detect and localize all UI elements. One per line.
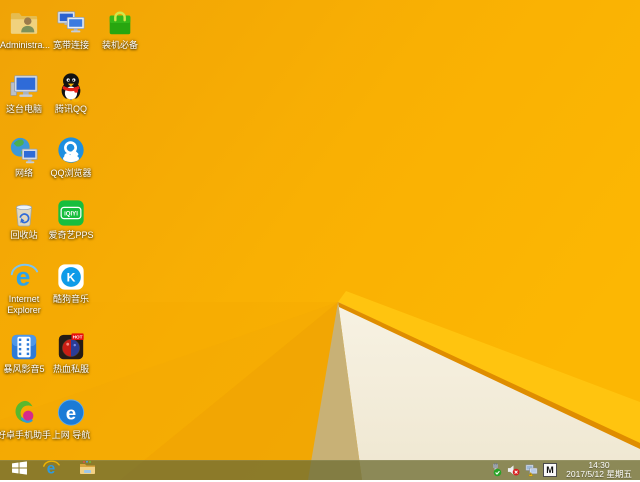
start-button[interactable] xyxy=(6,460,32,480)
globe-network-icon xyxy=(8,135,40,167)
blue-e-icon: e xyxy=(55,397,87,429)
desktop-icon-tencent-qq[interactable]: 腾讯QQ xyxy=(47,71,95,115)
swirl-logo-icon xyxy=(8,397,40,429)
taskbar: e M 14:30 2017/5/12 星期五 xyxy=(0,460,640,480)
desktop-icon-label: 装机必备 xyxy=(101,40,138,50)
desktop-icon-label: 酷狗音乐 xyxy=(52,294,89,304)
desktop-icon-this-pc[interactable]: 这台电脑 xyxy=(0,71,48,115)
desktop-icon-label: 网络 xyxy=(14,168,33,178)
svg-text:HOT: HOT xyxy=(73,335,83,340)
desktop-icon-rexue-game[interactable]: HOT 热血私服 xyxy=(47,331,95,375)
input-method-indicator[interactable]: M xyxy=(543,463,557,477)
svg-text:e: e xyxy=(66,403,76,424)
desktop-icon-recycle-bin[interactable]: 回收站 xyxy=(0,197,48,241)
desktop-icon-label: Internet Explorer xyxy=(7,294,41,315)
network-warning-icon[interactable] xyxy=(525,463,538,477)
desktop[interactable]: Administra... 宽带连接 装机必备 这台电脑 腾讯QQ 网络 QQ浏… xyxy=(0,0,640,480)
volume-muted-icon[interactable] xyxy=(507,463,520,477)
taskbar-clock[interactable]: 14:30 2017/5/12 星期五 xyxy=(562,460,638,480)
desktop-icon-label: 上网 导航 xyxy=(51,430,91,440)
file-explorer-icon xyxy=(79,460,96,480)
ie-icon: e xyxy=(8,261,40,293)
kugou-icon: K xyxy=(55,261,87,293)
desktop-icon-baofeng-player[interactable]: 暴风影音5 xyxy=(0,331,48,375)
clock-date: 2017/5/12 星期五 xyxy=(566,469,632,479)
windows-logo-icon xyxy=(11,460,27,480)
desktop-icon-kugou-music[interactable]: K 酷狗音乐 xyxy=(47,261,95,305)
desktop-icon-label: 回收站 xyxy=(10,230,38,240)
usb-safely-remove-icon[interactable] xyxy=(489,463,502,477)
wallpaper xyxy=(0,0,640,480)
svg-text:iQIYI: iQIYI xyxy=(64,211,78,218)
desktop-icon-label: 爱奇艺PPS xyxy=(48,230,94,240)
dual-monitors-icon xyxy=(55,7,87,39)
shopping-bag-icon xyxy=(104,7,136,39)
qq-browser-icon xyxy=(55,135,87,167)
recycle-bin-icon xyxy=(8,197,40,229)
desktop-icon-essentials[interactable]: 装机必备 xyxy=(96,7,144,51)
desktop-icon-qq-browser[interactable]: QQ浏览器 xyxy=(47,135,95,179)
desktop-icon-label: 腾讯QQ xyxy=(54,104,87,114)
filmstrip-icon xyxy=(8,331,40,363)
desktop-icon-label: QQ浏览器 xyxy=(50,168,92,178)
ie-icon: e xyxy=(42,459,60,482)
taskbar-explorer-button[interactable] xyxy=(74,460,100,480)
desktop-icon-internet-explorer[interactable]: e Internet Explorer xyxy=(0,261,48,316)
system-tray: M 14:30 2017/5/12 星期五 xyxy=(489,460,638,480)
svg-text:K: K xyxy=(67,271,76,285)
desktop-icon-label: Administra... xyxy=(0,40,51,50)
game-lens-icon: HOT xyxy=(55,331,87,363)
iqiyi-icon: iQIYI xyxy=(55,197,87,229)
desktop-icon-web-navigation[interactable]: e 上网 导航 xyxy=(47,397,95,441)
desktop-icon-label: 暴风影音5 xyxy=(3,364,45,374)
svg-text:e: e xyxy=(47,460,56,477)
desktop-icon-label: 这台电脑 xyxy=(5,104,42,114)
taskbar-ie-button[interactable]: e xyxy=(38,460,64,480)
desktop-icon-haozhuo-assistant[interactable]: 好卓手机助手 xyxy=(0,397,51,441)
desktop-icon-broadband[interactable]: 宽带连接 xyxy=(47,7,95,51)
desktop-icon-network[interactable]: 网络 xyxy=(0,135,48,179)
desktop-icon-iqiyi-pps[interactable]: iQIYI 爱奇艺PPS xyxy=(47,197,95,241)
qq-penguin-icon xyxy=(55,71,87,103)
desktop-icon-label: 宽带连接 xyxy=(52,40,89,50)
computer-icon xyxy=(8,71,40,103)
user-folder-icon xyxy=(8,7,40,39)
desktop-icon-label: 热血私服 xyxy=(52,364,89,374)
desktop-icon-administrator[interactable]: Administra... xyxy=(0,7,51,51)
